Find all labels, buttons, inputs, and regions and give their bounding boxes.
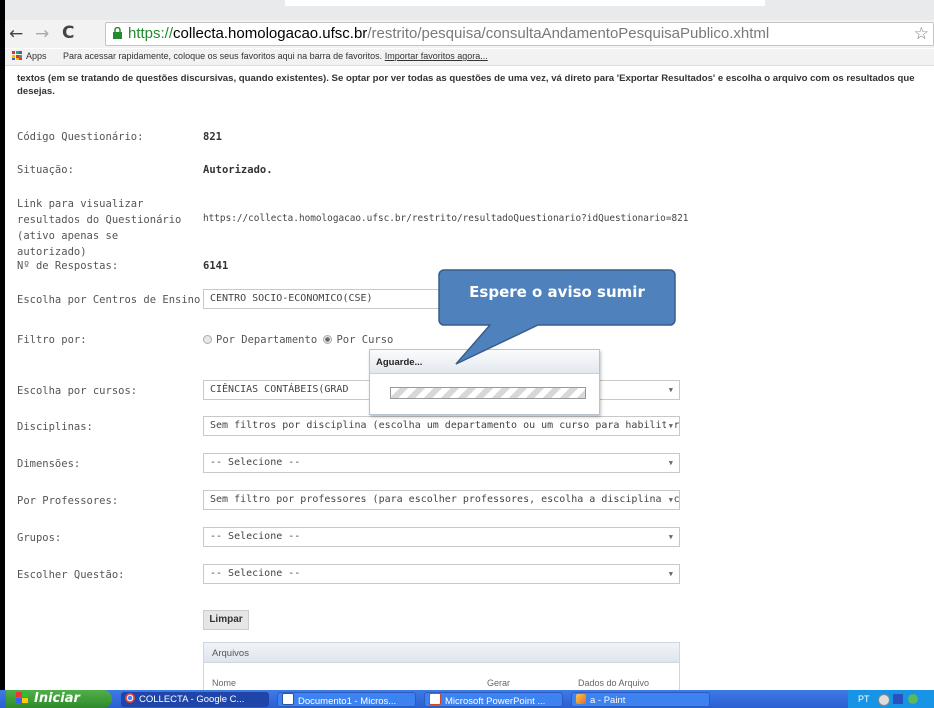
windows-logo-icon	[16, 692, 28, 703]
questao-select[interactable]: -- Selecione -- ▼	[203, 564, 680, 584]
instructions-text: textos (em se tratando de questões discu…	[17, 73, 915, 97]
grupos-label: Grupos:	[17, 532, 62, 544]
chevron-down-icon: ▼	[668, 386, 673, 394]
professores-selected: Sem filtro por professores (para escolhe…	[210, 494, 680, 505]
centros-selected: CENTRO SOCIO-ECONOMICO(CSE)	[210, 293, 373, 304]
powerpoint-icon	[429, 693, 441, 705]
start-button[interactable]: Iniciar	[6, 690, 112, 708]
language-indicator[interactable]: PT	[858, 690, 870, 708]
limpar-button[interactable]: Limpar	[203, 610, 249, 630]
word-icon	[282, 693, 294, 705]
arquivos-header: Arquivos	[204, 643, 679, 663]
url-domain: collecta.homologacao.ufsc.br	[173, 25, 368, 42]
disciplinas-label: Disciplinas:	[17, 421, 93, 433]
system-tray: PT	[848, 690, 934, 708]
active-tab[interactable]	[285, 0, 765, 6]
paint-icon	[576, 694, 586, 704]
tray-status-icon[interactable]	[878, 694, 890, 706]
task-label: a - Paint	[590, 695, 626, 706]
col-nome: Nome	[212, 678, 237, 688]
import-bookmarks-link[interactable]: Importar favoritos agora...	[385, 51, 488, 61]
forward-icon[interactable]: →	[35, 24, 49, 44]
reload-icon[interactable]: C	[62, 23, 74, 43]
dimensoes-select[interactable]: -- Selecione -- ▼	[203, 453, 680, 473]
chrome-icon	[125, 693, 135, 703]
questao-selected: -- Selecione --	[210, 568, 301, 579]
cursos-label: Escolha por cursos:	[17, 385, 138, 397]
apps-label: Apps	[26, 51, 47, 61]
task-label: COLLECTA - Google C...	[139, 694, 245, 705]
centros-label: Escolha por Centros de Ensino	[17, 294, 201, 306]
address-bar[interactable]: https://collecta.homologacao.ufsc.br/res…	[105, 22, 934, 46]
apps-grid-icon	[12, 51, 22, 60]
situacao-label: Situação:	[17, 164, 74, 176]
professores-label: Por Professores:	[17, 495, 119, 507]
respostas-value: 6141	[203, 260, 229, 272]
filtro-label: Filtro por:	[17, 334, 87, 346]
navigation-bar: ← → C https://collecta.homologacao.ufsc.…	[5, 20, 934, 48]
grupos-select[interactable]: -- Selecione -- ▼	[203, 527, 680, 547]
respostas-label: Nº de Respostas:	[17, 260, 119, 272]
lock-icon	[113, 27, 122, 39]
bookmarks-message: Para acessar rapidamente, coloque os seu…	[63, 51, 383, 61]
grupos-selected: -- Selecione --	[210, 531, 301, 542]
apps-shortcut[interactable]: Apps	[12, 51, 47, 61]
tray-network-icon[interactable]	[908, 694, 918, 704]
dimensoes-selected: -- Selecione --	[210, 457, 301, 468]
situacao-value: Autorizado.	[203, 164, 273, 176]
url-text: https://collecta.homologacao.ufsc.br/res…	[128, 25, 769, 42]
radio-departamento-label[interactable]: Por Departamento	[216, 334, 317, 346]
task-label: Microsoft PowerPoint ...	[445, 696, 546, 707]
task-label: Documento1 - Micros...	[298, 696, 397, 707]
task-powerpoint[interactable]: Microsoft PowerPoint ...	[424, 692, 563, 707]
col-dados: Dados do Arquivo	[578, 678, 650, 688]
centros-select[interactable]: CENTRO SOCIO-ECONOMICO(CSE)	[203, 289, 443, 309]
codigo-label: Código Questionário:	[17, 131, 144, 143]
cursos-selected: CIÊNCIAS CONTÁBEIS(GRAD	[210, 384, 349, 395]
link-value[interactable]: https://collecta.homologacao.ufsc.br/res…	[203, 213, 688, 224]
arquivos-panel: Arquivos Nome Gerar Dados do Arquivo	[203, 642, 680, 692]
loading-progress-bar	[390, 387, 586, 399]
disciplinas-select[interactable]: Sem filtros por disciplina (escolha um d…	[203, 416, 680, 436]
chevron-down-icon: ▼	[668, 459, 673, 467]
callout-text: Espere o aviso sumir	[469, 283, 645, 301]
chevron-down-icon: ▼	[665, 496, 673, 504]
chevron-down-icon: ▼	[668, 533, 673, 541]
back-icon[interactable]: ←	[9, 24, 23, 44]
tray-shield-icon[interactable]	[893, 694, 903, 704]
tab-strip	[5, 0, 934, 22]
disciplinas-selected: Sem filtros por disciplina (escolha um d…	[210, 420, 680, 431]
bookmark-star-icon[interactable]: ☆	[914, 24, 929, 44]
radio-departamento[interactable]	[203, 335, 212, 344]
radio-curso-label[interactable]: Por Curso	[336, 334, 393, 346]
dimensoes-label: Dimensões:	[17, 458, 81, 470]
professores-select[interactable]: Sem filtro por professores (para escolhe…	[203, 490, 680, 510]
callout-annotation: Espere o aviso sumir	[438, 269, 676, 366]
task-chrome[interactable]: COLLECTA - Google C...	[121, 692, 269, 707]
chevron-down-icon: ▼	[668, 570, 673, 578]
filtro-options: Por Departamento Por Curso	[203, 334, 393, 346]
link-label: Link para visualizar resultados do Quest…	[17, 198, 182, 258]
url-scheme: https://	[128, 25, 174, 42]
task-word[interactable]: Documento1 - Micros...	[277, 692, 416, 707]
task-paint[interactable]: a - Paint	[571, 692, 710, 707]
chevron-down-icon: ▼	[665, 422, 673, 430]
questao-label: Escolher Questão:	[17, 569, 125, 581]
url-path: /restrito/pesquisa/consultaAndamentoPesq…	[367, 25, 770, 42]
bookmarks-bar: Apps Para acessar rapidamente, coloque o…	[5, 49, 934, 66]
start-label: Iniciar	[34, 691, 80, 706]
radio-curso[interactable]	[323, 335, 333, 344]
codigo-value: 821	[203, 131, 222, 143]
col-gerar: Gerar	[487, 678, 511, 688]
